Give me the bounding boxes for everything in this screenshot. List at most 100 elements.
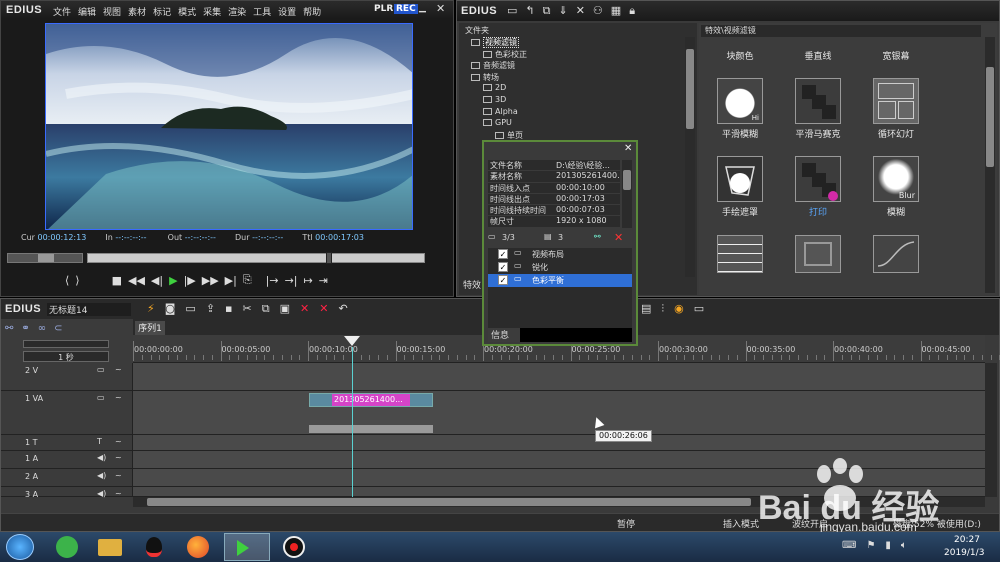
track-header[interactable]: 3 A ◀) ~ <box>1 487 133 499</box>
track-mute-icon[interactable]: ▭ <box>97 393 105 402</box>
effect-tile-print[interactable] <box>795 156 841 202</box>
menu-item[interactable]: 标记 <box>153 5 171 18</box>
effect-tile-hand-mask[interactable] <box>717 156 763 202</box>
export-icon[interactable]: ⇥ <box>319 274 328 287</box>
tree-item[interactable]: 视频滤镜 <box>459 37 687 49</box>
mode-icon[interactable]: ⚡︎ <box>147 302 155 316</box>
paste-icon[interactable]: ▣ <box>280 302 290 316</box>
sync-icon[interactable]: ∞ <box>38 323 46 334</box>
effect-tile-grid[interactable] <box>717 235 763 273</box>
taskbar-app-360[interactable] <box>46 534 86 560</box>
group-icon[interactable]: ⚭ <box>21 323 29 334</box>
step-back-icon[interactable]: ◀| <box>151 274 163 287</box>
play-icon[interactable]: ▶ <box>169 274 177 287</box>
clock-time[interactable]: 20:27 <box>954 535 980 545</box>
overwrite-icon[interactable]: →| <box>285 274 298 287</box>
tree-item[interactable]: 色彩校正 <box>459 49 687 61</box>
start-button[interactable] <box>6 534 34 560</box>
tree-scrollbar[interactable] <box>685 37 695 277</box>
effect-label[interactable]: 模糊 <box>861 205 931 218</box>
link-icon[interactable]: ⚯ <box>5 323 13 334</box>
track-mute-icon[interactable]: ▭ <box>97 365 105 374</box>
track-mute-icon[interactable]: T <box>97 437 102 446</box>
track-lane[interactable] <box>133 435 985 451</box>
delete-icon[interactable]: ✕ <box>576 4 585 18</box>
fast-forward-icon[interactable]: ▶▶ <box>202 274 219 287</box>
move-icon[interactable]: ⇓ <box>558 4 567 18</box>
set-in-icon[interactable]: ⟨ <box>65 274 69 287</box>
track-curve-icon[interactable]: ~ <box>115 453 122 462</box>
track-header[interactable]: 1 VA ▭ ~ <box>1 391 133 435</box>
effect-tile-loop-slide[interactable] <box>873 78 919 124</box>
zoom-slider[interactable] <box>23 340 109 348</box>
menu-item[interactable]: 设置 <box>278 5 296 18</box>
tree-item[interactable]: 音频滤镜 <box>459 60 687 72</box>
track-curve-icon[interactable]: ~ <box>115 365 122 374</box>
menu-item[interactable]: 编辑 <box>78 5 96 18</box>
playhead-top[interactable] <box>344 336 360 346</box>
bottom-tab-effects[interactable]: 特效 <box>463 278 481 291</box>
stop-icon[interactable]: ■ <box>112 274 122 287</box>
flag-icon[interactable]: ⚑ <box>866 540 875 551</box>
menu-item[interactable]: 工具 <box>253 5 271 18</box>
filter-checkbox[interactable]: ✓ <box>498 262 508 272</box>
tree-item[interactable]: GPU <box>459 118 687 130</box>
filter-delete-icon[interactable]: ✕ <box>614 231 623 244</box>
tree-item[interactable]: Alpha <box>459 107 687 119</box>
effect-label[interactable]: 垂直线 <box>783 49 853 62</box>
delete-clip-icon[interactable]: ✕ <box>319 302 328 316</box>
cut-icon[interactable]: ✂ <box>243 302 252 316</box>
minimize-icon[interactable]: ▁ <box>419 3 426 13</box>
track-lane[interactable] <box>133 391 985 435</box>
tree-item[interactable]: 2D <box>459 83 687 95</box>
clock-date[interactable]: 2019/1/3 <box>944 548 984 558</box>
effect-tile-smooth-mosaic[interactable] <box>795 78 841 124</box>
effect-label[interactable]: 平滑马赛克 <box>783 127 853 140</box>
up-folder-icon[interactable]: ↰ <box>525 4 534 18</box>
filter-item[interactable]: ✓ ▭ 视频布局 <box>488 248 632 261</box>
info-close-icon[interactable]: ✕ <box>624 143 632 154</box>
ripple-delete-icon[interactable]: ✕ <box>300 302 309 316</box>
set-out-icon[interactable]: ⟩ <box>75 274 79 287</box>
taskbar-app-edius[interactable] <box>224 533 270 561</box>
keyboard-icon[interactable]: ⌨ <box>842 540 856 551</box>
menu-item[interactable]: 帮助 <box>303 5 321 18</box>
menu-item[interactable]: 采集 <box>203 5 221 18</box>
lock-icon[interactable]: 🔒︎ <box>629 4 635 18</box>
track-header[interactable]: 2 V ▭ ~ <box>1 363 133 391</box>
next-icon[interactable]: ▶| <box>225 274 237 287</box>
filter-checkbox[interactable]: ✓ <box>498 275 508 285</box>
effects-scrollbar[interactable] <box>985 37 995 293</box>
volume-icon[interactable]: 🔈︎ <box>901 540 907 551</box>
track-mute-icon[interactable]: ◀) <box>97 471 106 480</box>
tree-item[interactable]: 3D <box>459 95 687 107</box>
audio-mixer-icon[interactable]: ⫶ <box>661 302 664 316</box>
track-curve-icon[interactable]: ~ <box>115 471 122 480</box>
insert-icon[interactable]: |→ <box>266 274 279 287</box>
menu-item[interactable]: 视图 <box>103 5 121 18</box>
playhead-marker[interactable] <box>326 252 332 264</box>
sequence-tab[interactable]: 序列1 <box>135 321 165 335</box>
track-lane[interactable] <box>133 363 985 391</box>
ripple-icon[interactable]: ⊂ <box>54 323 62 334</box>
taskbar-app-explorer[interactable] <box>90 534 130 560</box>
menu-item[interactable]: 渲染 <box>228 5 246 18</box>
close-icon[interactable]: ✕ <box>436 2 445 15</box>
copy-icon[interactable]: ⧉ <box>543 4 551 18</box>
track-mute-icon[interactable]: ◀) <box>97 453 106 462</box>
step-forward-icon[interactable]: |▶ <box>184 274 196 287</box>
position-scrubber[interactable] <box>87 252 425 264</box>
plr-label[interactable]: PLR <box>374 4 393 14</box>
effect-tile-frame[interactable] <box>795 235 841 273</box>
tree-item[interactable]: 转场 <box>459 72 687 84</box>
effect-tile-curve[interactable] <box>873 235 919 273</box>
undo-icon[interactable]: ↶ <box>338 302 347 316</box>
effect-tile-blur[interactable]: Blur <box>873 156 919 202</box>
info-tab[interactable]: 信息 <box>488 328 520 342</box>
track-mute-icon[interactable]: ◀) <box>97 489 106 498</box>
effect-tile-smooth-blur[interactable]: Hi <box>717 78 763 124</box>
track-curve-icon[interactable]: ~ <box>115 489 122 498</box>
info-scrollbar[interactable] <box>622 160 632 228</box>
loop-icon[interactable]: ⎘ <box>243 273 252 287</box>
open-icon[interactable]: ⇪ <box>206 302 215 316</box>
